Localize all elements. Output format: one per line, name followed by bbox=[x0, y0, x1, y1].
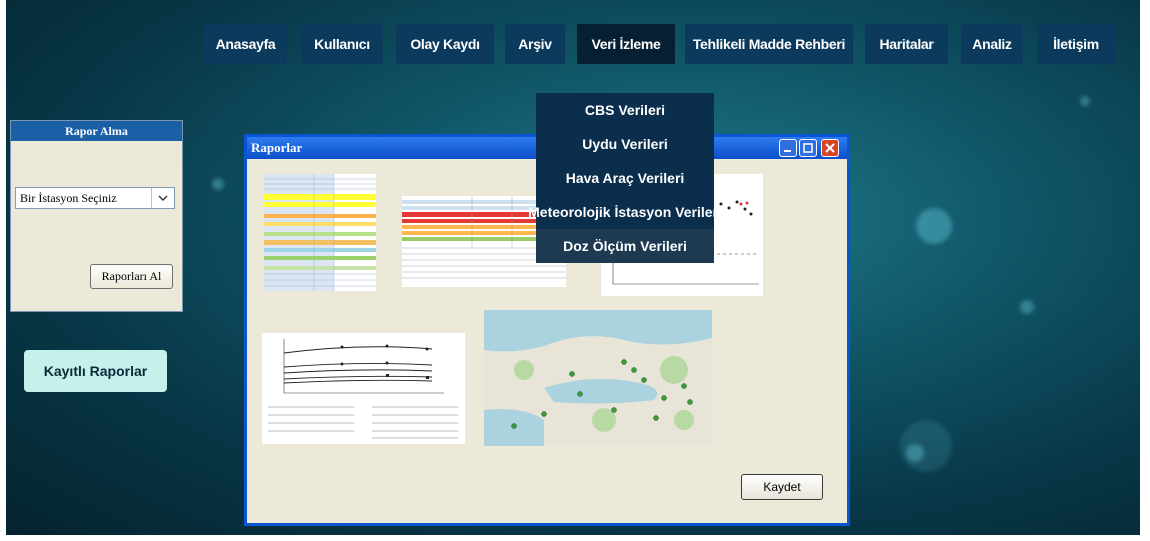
nav-item-arsiv[interactable]: Arşiv bbox=[505, 24, 565, 64]
menu-item-uydu[interactable]: Uydu Verileri bbox=[536, 127, 714, 161]
nav-item-veri-izleme[interactable]: Veri İzleme bbox=[577, 24, 675, 64]
get-reports-button[interactable]: Raporları Al bbox=[90, 264, 173, 289]
menu-item-cbs[interactable]: CBS Verileri bbox=[536, 93, 714, 127]
page-frame bbox=[0, 0, 6, 541]
report-thumbnail-map[interactable] bbox=[484, 310, 712, 446]
background-bokeh bbox=[916, 208, 952, 244]
page-frame bbox=[0, 535, 1150, 541]
menu-item-hava-arac[interactable]: Hava Araç Verileri bbox=[536, 161, 714, 195]
panel-title: Rapor Alma bbox=[11, 121, 182, 141]
report-thumbnail-line-chart[interactable] bbox=[262, 333, 465, 444]
window-title: Raporlar bbox=[251, 140, 303, 155]
background-bokeh bbox=[212, 178, 224, 190]
menu-item-meteorolojik[interactable]: Meteorolojik İstasyon Verileri bbox=[528, 195, 722, 229]
menu-item-doz-olcum[interactable]: Doz Ölçüm Verileri bbox=[536, 229, 714, 263]
saved-reports-button[interactable]: Kayıtlı Raporlar bbox=[24, 350, 167, 392]
nav-item-analiz[interactable]: Analiz bbox=[961, 24, 1023, 64]
station-select-value: Bir İstasyon Seçiniz bbox=[20, 190, 117, 205]
station-select[interactable]: Bir İstasyon Seçiniz bbox=[15, 187, 175, 209]
background-bokeh bbox=[1080, 96, 1090, 106]
close-icon[interactable] bbox=[821, 139, 839, 157]
veri-izleme-dropdown: CBS Verileri Uydu Verileri Hava Araç Ver… bbox=[528, 93, 722, 263]
nav-item-anasayfa[interactable]: Anasayfa bbox=[204, 24, 287, 64]
chevron-down-icon[interactable] bbox=[151, 188, 174, 208]
nav-item-kullanici[interactable]: Kullanıcı bbox=[301, 24, 383, 64]
nav-item-tehlikeli-madde[interactable]: Tehlikeli Madde Rehberi bbox=[685, 24, 853, 64]
maximize-icon[interactable] bbox=[799, 139, 817, 157]
report-thumbnail-table[interactable] bbox=[264, 174, 376, 291]
nav-item-olay-kaydi[interactable]: Olay Kaydı bbox=[396, 24, 494, 64]
background-bokeh bbox=[1020, 300, 1034, 314]
nav-item-haritalar[interactable]: Haritalar bbox=[865, 24, 948, 64]
page-frame bbox=[1140, 0, 1150, 541]
background-bokeh bbox=[900, 420, 952, 472]
nav-item-iletisim[interactable]: İletişim bbox=[1037, 24, 1115, 64]
rapor-alma-panel: Rapor Alma Bir İstasyon Seçiniz Raporlar… bbox=[10, 120, 183, 312]
save-button[interactable]: Kaydet bbox=[741, 474, 823, 500]
minimize-icon[interactable] bbox=[779, 139, 797, 157]
